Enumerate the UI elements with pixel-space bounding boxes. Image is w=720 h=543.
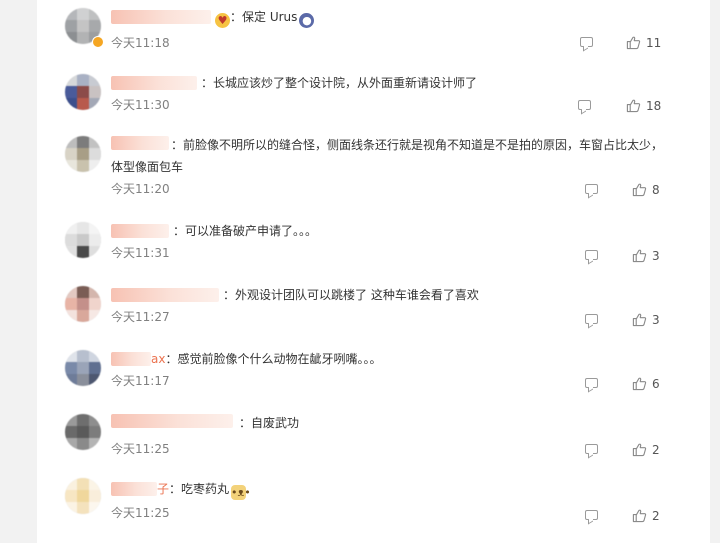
comment-list: ♥ ：保定 Urus ● 今天11:18 11 ：长城应该炒了整个设计院，从外面重新… — [37, 0, 710, 543]
reply-icon[interactable] — [585, 378, 598, 388]
like-icon[interactable] — [632, 442, 647, 457]
like-count: 18 — [646, 99, 662, 113]
verified-icon — [92, 36, 104, 48]
reply-icon[interactable] — [585, 184, 598, 194]
comment-text: ：外观设计团队可以跳楼了 这种车谁会看了喜欢 — [223, 288, 479, 302]
username[interactable] — [111, 352, 151, 366]
timestamp: 今天11:18 — [111, 36, 170, 50]
username[interactable] — [111, 76, 197, 90]
comment-text-row: ♥ ：保定 Urus ● — [213, 6, 315, 28]
comment-text: ：自废武功 — [239, 416, 300, 430]
avatar[interactable] — [65, 286, 101, 322]
avatar[interactable] — [65, 350, 101, 386]
timestamp: 今天11:20 — [111, 182, 170, 196]
username-suffix[interactable]: 子 — [157, 482, 169, 496]
like-icon[interactable] — [632, 248, 647, 263]
username[interactable] — [111, 288, 219, 302]
comment-item: 子：吃枣药丸 •ᴥ• 今天11:25 2 — [37, 470, 710, 534]
emoji-icon: •ᴥ• — [231, 485, 251, 500]
reply-icon[interactable] — [580, 37, 593, 47]
comment-item: ：可以准备破产申请了。。。 今天11:31 3 — [37, 212, 710, 276]
like-count: 8 — [652, 183, 660, 197]
comment-text: ：保定 Urus — [230, 10, 298, 24]
like-count: 3 — [652, 313, 660, 327]
username[interactable] — [111, 10, 211, 24]
comment-item: ：前脸像不明所以的缝合怪，侧面线条还行就是视角不知道是不是拍的原因，车窗占比太少… — [37, 128, 710, 204]
comment-item: ：自废武功 今天11:25 2 — [37, 404, 710, 468]
timestamp: 今天11:25 — [111, 442, 170, 456]
emoji-icon: ♥ — [215, 13, 230, 28]
like-count: 6 — [652, 377, 660, 391]
like-icon[interactable] — [626, 98, 641, 113]
avatar[interactable] — [65, 414, 101, 450]
avatar[interactable] — [65, 74, 101, 110]
reply-icon[interactable] — [585, 444, 598, 454]
reply-icon[interactable] — [578, 100, 591, 110]
avatar[interactable] — [65, 222, 101, 258]
like-icon[interactable] — [632, 508, 647, 523]
reply-icon[interactable] — [585, 510, 598, 520]
like-count: 2 — [652, 509, 660, 523]
emoji-icon: ● — [299, 13, 315, 28]
username[interactable] — [111, 224, 169, 238]
avatar[interactable] — [65, 478, 101, 514]
like-icon[interactable] — [632, 312, 647, 327]
timestamp: 今天11:30 — [111, 98, 170, 112]
like-icon[interactable] — [632, 376, 647, 391]
like-count: 3 — [652, 249, 660, 263]
comment-text: ：吃枣药丸 — [169, 482, 230, 496]
reply-icon[interactable] — [585, 250, 598, 260]
avatar[interactable] — [65, 136, 101, 172]
comment-text: ：长城应该炒了整个设计院，从外面重新请设计师了 — [201, 76, 478, 90]
username[interactable] — [111, 414, 233, 428]
username[interactable] — [111, 482, 157, 496]
comment-item: ：外观设计团队可以跳楼了 这种车谁会看了喜欢 今天11:27 3 — [37, 276, 710, 340]
timestamp: 今天11:31 — [111, 246, 170, 260]
timestamp: 今天11:27 — [111, 310, 170, 324]
username-suffix[interactable]: ax — [151, 352, 165, 366]
comment-item: ax：感觉前脸像个什么动物在龇牙咧嘴。。。 今天11:17 6 — [37, 340, 710, 404]
like-count: 11 — [646, 36, 662, 50]
timestamp: 今天11:25 — [111, 506, 170, 520]
comment-text: ：前脸像不明所以的缝合怪，侧面线条还行就是视角不知道是不是拍的原因，车窗占比太少… — [111, 138, 664, 174]
like-icon[interactable] — [632, 182, 647, 197]
like-count: 2 — [652, 443, 660, 457]
comment-text: ：可以准备破产申请了。。。 — [173, 224, 318, 238]
comment-item: ♥ ：保定 Urus ● 今天11:18 11 — [37, 0, 710, 64]
timestamp: 今天11:17 — [111, 374, 170, 388]
comment-text-row: 子：吃枣药丸 •ᴥ• — [157, 478, 251, 500]
reply-icon[interactable] — [585, 314, 598, 324]
like-icon[interactable] — [626, 35, 641, 50]
comment-text-row: ax：感觉前脸像个什么动物在龇牙咧嘴。。。 — [151, 348, 381, 370]
comment-item: ：长城应该炒了整个设计院，从外面重新请设计师了 今天11:30 18 — [37, 64, 710, 128]
comment-text: ：感觉前脸像个什么动物在龇牙咧嘴。。。 — [165, 352, 382, 366]
